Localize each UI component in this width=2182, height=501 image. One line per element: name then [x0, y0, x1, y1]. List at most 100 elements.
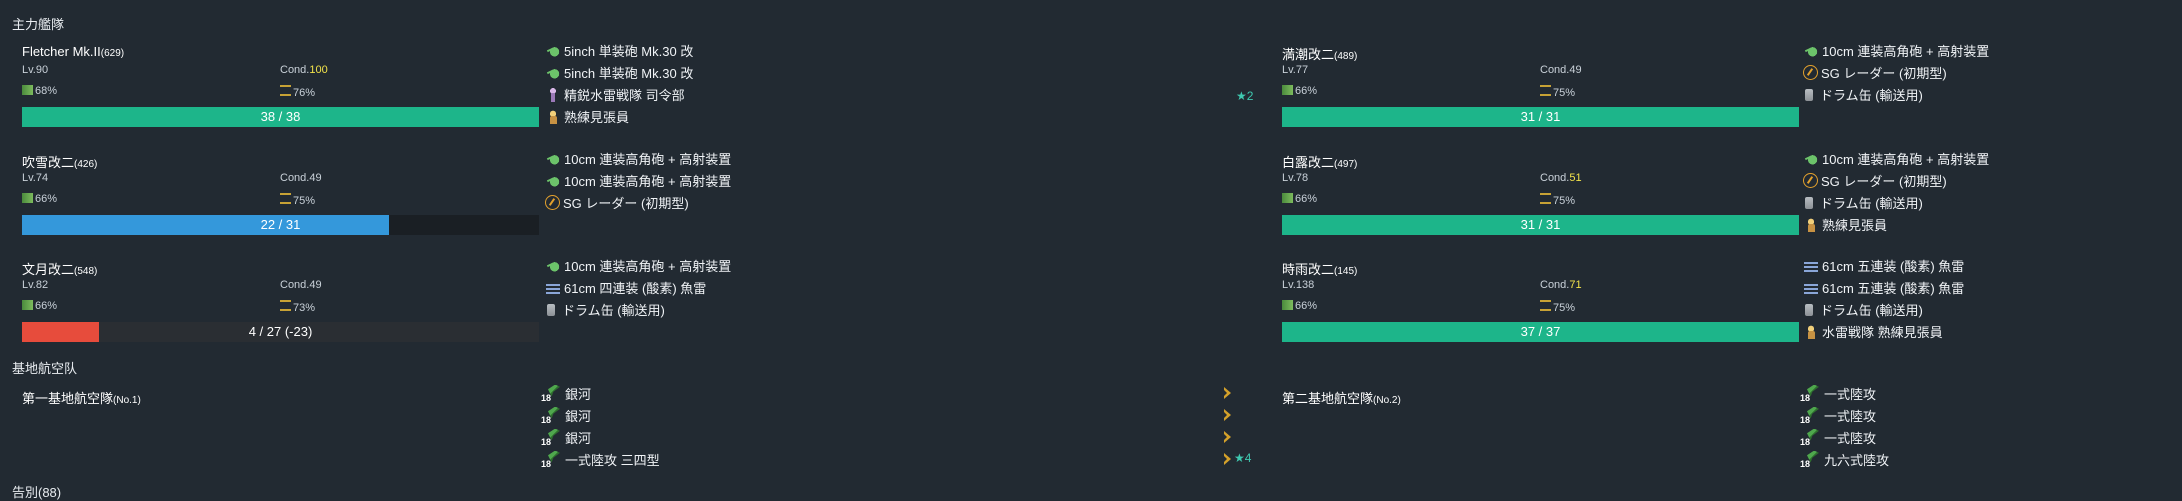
equipment-item[interactable]: 61cm 五連装 (酸素) 魚雷	[1803, 278, 1964, 297]
ship-level: Lv.77	[1282, 64, 1309, 76]
cond-value: 71	[1569, 279, 1582, 291]
hp-text: 38 / 38	[260, 109, 301, 124]
ship-name[interactable]: 吹雪改二(426)	[22, 152, 97, 171]
ship-name[interactable]: 時雨改二(145)	[1282, 259, 1357, 278]
equipment-item[interactable]: ドラム缶 (輸送用)	[1803, 193, 1923, 212]
proficiency-chevron-icon	[1224, 431, 1231, 443]
equipment-item[interactable]: ドラム缶 (輸送用)	[545, 300, 665, 319]
ammo-value: 75%	[1553, 87, 1576, 99]
equipment-item[interactable]: 61cm 五連装 (酸素) 魚雷	[1803, 256, 1964, 275]
equipment-item[interactable]: 10cm 連装高角砲 + 高射装置	[545, 149, 731, 168]
squadron-name: 銀河	[565, 409, 592, 424]
cond-label: Cond.	[280, 172, 310, 184]
squadron-count: 18	[541, 392, 552, 403]
ship-ammo: 75%	[1540, 193, 1575, 207]
gun-icon	[545, 150, 561, 167]
section-title-main-fleet: 主力艦隊	[12, 17, 65, 32]
ship-name-text: Fletcher Mk.II	[22, 44, 101, 59]
fuel-value: 66%	[35, 300, 58, 312]
ship-name[interactable]: 文月改二(548)	[22, 259, 97, 278]
equipment-item[interactable]: 10cm 連装高角砲 + 高射装置	[1803, 41, 1989, 60]
squadron-count: 18	[541, 414, 552, 425]
ship-id: (145)	[1334, 266, 1358, 277]
equipment-name: 熟練見張員	[564, 110, 630, 125]
ammo-value: 75%	[1553, 302, 1576, 314]
equipment-item[interactable]: SG レーダー (初期型)	[545, 193, 689, 212]
equipment-item[interactable]: SG レーダー (初期型)	[1803, 171, 1947, 190]
equipment-name: 10cm 連装高角砲 + 高射装置	[564, 259, 732, 274]
air-corps-name[interactable]: 第一基地航空隊(No.1)	[22, 388, 141, 407]
gun-icon	[545, 64, 561, 81]
equipment-item[interactable]: 精鋭水雷戦隊 司令部	[545, 85, 685, 104]
cond-label: Cond.	[280, 64, 310, 76]
fuel-icon	[1282, 193, 1293, 203]
ship-fuel: 66%	[22, 300, 57, 312]
equipment-item[interactable]: ドラム缶 (輸送用)	[1803, 300, 1923, 319]
air-corps-id: (No.2)	[1373, 395, 1401, 406]
ship-name[interactable]: Fletcher Mk.II(629)	[22, 44, 124, 59]
equipment-item[interactable]: 10cm 連装高角砲 + 高射装置	[1803, 149, 1989, 168]
ammo-icon	[1540, 300, 1551, 311]
equipment-item[interactable]: 5inch 単装砲 Mk.30 改	[545, 63, 693, 82]
air-squadron[interactable]: 18 銀河	[541, 384, 591, 403]
equipment-item[interactable]: 5inch 単装砲 Mk.30 改	[545, 41, 693, 60]
hp-bar: 31 / 31	[1282, 107, 1799, 127]
ship-condition: Cond.100	[280, 64, 328, 76]
air-squadron[interactable]: 18 一式陸攻 三四型	[541, 450, 660, 469]
hp-bar: 22 / 31	[22, 215, 539, 235]
hp-text: 4 / 27 (-23)	[248, 324, 313, 339]
section-title-partial: 告別(88)	[12, 485, 62, 500]
gun-icon	[1803, 42, 1819, 59]
ship-name-text: 吹雪改二	[22, 155, 75, 170]
air-corps-name[interactable]: 第二基地航空隊(No.2)	[1282, 388, 1401, 407]
land-attacker-icon: 18	[541, 450, 563, 469]
equipment-name: SG レーダー (初期型)	[1821, 66, 1947, 81]
air-squadron[interactable]: 18 一式陸攻	[1800, 428, 1876, 447]
ammo-icon	[280, 85, 291, 96]
ship-name[interactable]: 満潮改二(489)	[1282, 44, 1357, 63]
equipment-item[interactable]: 熟練見張員	[545, 107, 629, 126]
air-squadron[interactable]: 18 一式陸攻	[1800, 384, 1876, 403]
ammo-value: 75%	[1553, 195, 1576, 207]
equipment-item[interactable]: 61cm 四連装 (酸素) 魚雷	[545, 278, 706, 297]
torpedo-icon	[1803, 280, 1819, 296]
hp-bar: 37 / 37	[1282, 322, 1799, 342]
lookout-icon	[1803, 323, 1819, 340]
cond-label: Cond.	[1540, 279, 1570, 291]
ship-id: (426)	[74, 159, 98, 170]
air-corps-id: (No.1)	[113, 395, 141, 406]
land-attacker-icon: 18	[1800, 428, 1822, 447]
ammo-icon	[280, 300, 291, 311]
air-squadron[interactable]: 18 銀河	[541, 428, 591, 447]
ship-name[interactable]: 白露改二(497)	[1282, 152, 1357, 171]
cond-value: 49	[309, 279, 322, 291]
equipment-name: 熟練見張員	[1822, 218, 1888, 233]
equipment-item[interactable]: 熟練見張員	[1803, 215, 1887, 234]
ship-condition: Cond.49	[280, 279, 322, 291]
fuel-icon	[1282, 300, 1293, 310]
ship-fuel: 68%	[22, 85, 57, 97]
equipment-name: SG レーダー (初期型)	[563, 196, 689, 211]
equipment-item[interactable]: ドラム缶 (輸送用)	[1803, 85, 1923, 104]
squadron-name: 一式陸攻	[1824, 431, 1877, 446]
equipment-item[interactable]: 水雷戦隊 熟練見張員	[1803, 322, 1943, 341]
drum-icon	[1805, 303, 1813, 316]
air-corps-name-text: 第一基地航空隊	[22, 391, 114, 406]
drum-icon	[1805, 88, 1813, 101]
equipment-item[interactable]: 10cm 連装高角砲 + 高射装置	[545, 256, 731, 275]
fuel-icon	[1282, 85, 1293, 95]
equipment-name: 精鋭水雷戦隊 司令部	[564, 88, 685, 103]
equipment-item[interactable]: SG レーダー (初期型)	[1803, 63, 1947, 82]
air-squadron[interactable]: 18 九六式陸攻	[1800, 450, 1889, 469]
ship-condition: Cond.51	[1540, 172, 1582, 184]
land-attacker-icon: 18	[1800, 406, 1822, 425]
equipment-item[interactable]: 10cm 連装高角砲 + 高射装置	[545, 171, 731, 190]
ammo-value: 76%	[293, 87, 316, 99]
air-squadron[interactable]: 18 銀河	[541, 406, 591, 425]
equipment-name: 5inch 単装砲 Mk.30 改	[564, 44, 694, 59]
ship-fuel: 66%	[1282, 193, 1317, 205]
squadron-count: 18	[541, 458, 552, 469]
fuel-value: 66%	[1295, 300, 1318, 312]
air-squadron[interactable]: 18 一式陸攻	[1800, 406, 1876, 425]
ship-ammo: 75%	[1540, 85, 1575, 99]
